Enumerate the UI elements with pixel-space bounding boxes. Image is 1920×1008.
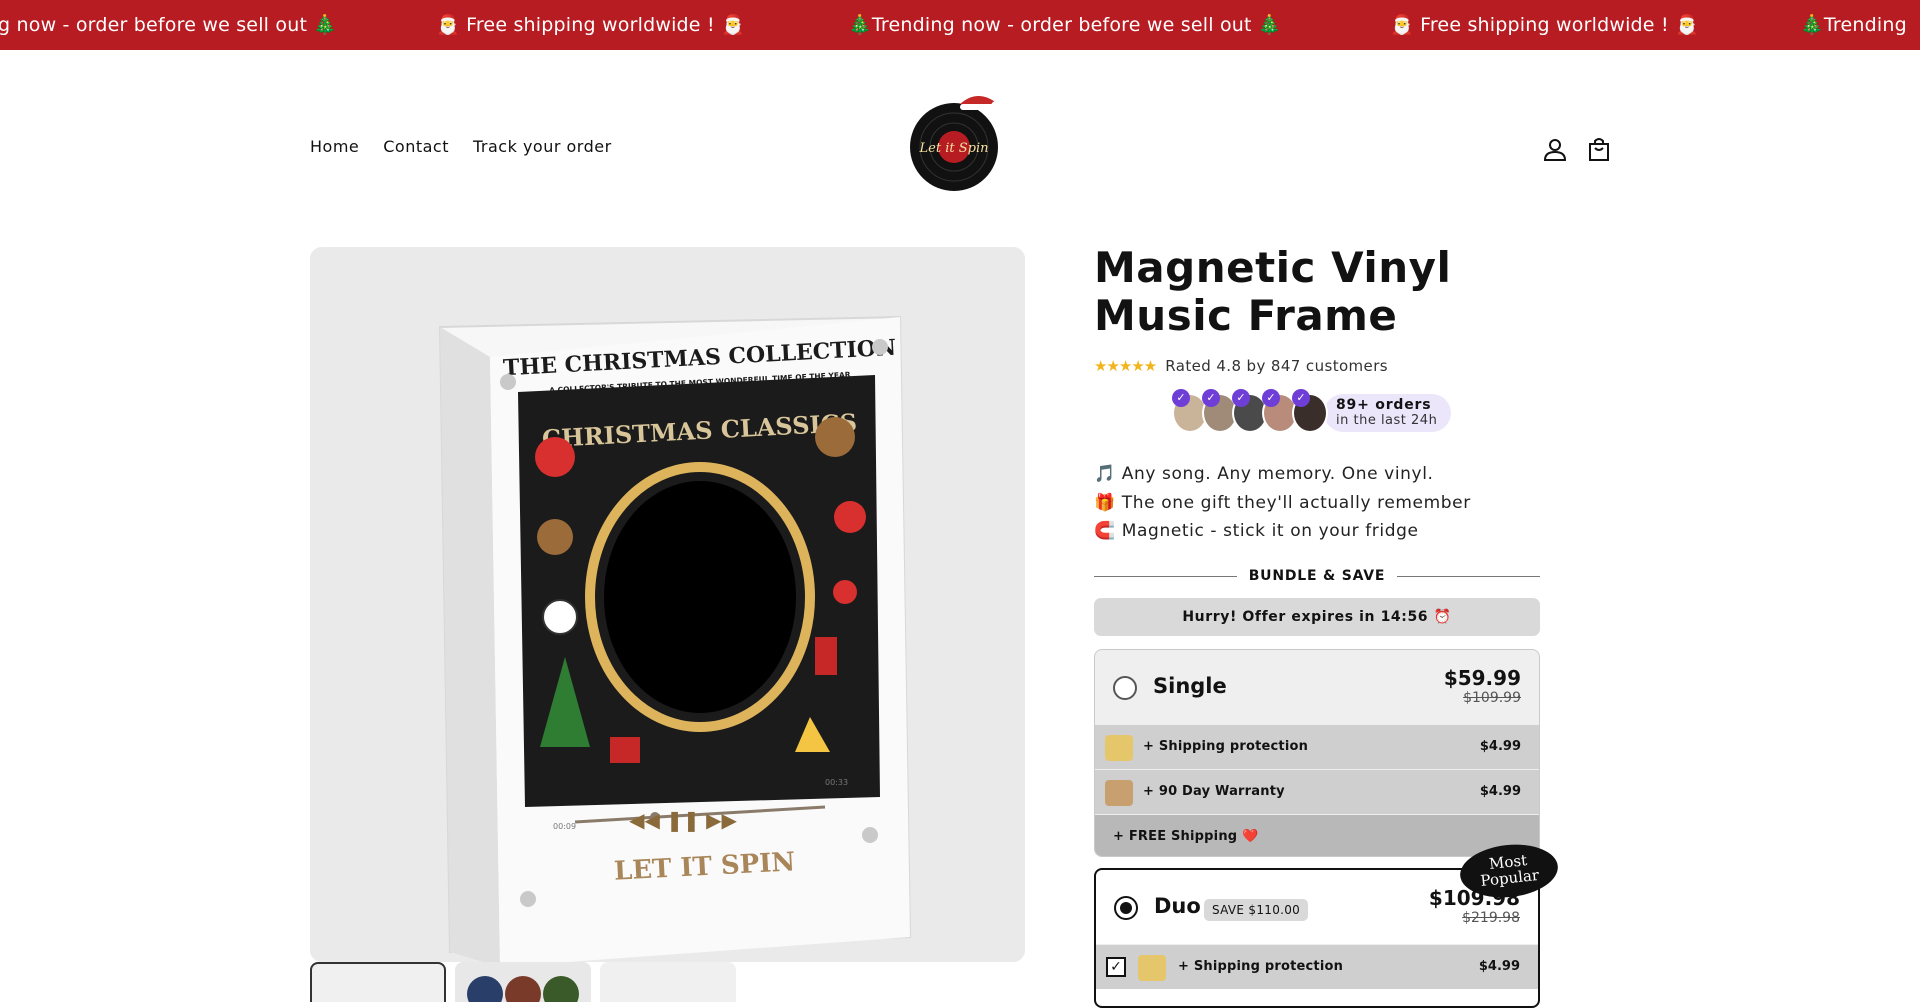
price-compare: $109.99	[1463, 690, 1521, 706]
offer-single-radio[interactable]	[1113, 676, 1137, 700]
announcement-bar: g now - order before we sell out 🎄 🎅 Fre…	[0, 0, 1920, 50]
nav-contact[interactable]: Contact	[383, 137, 449, 156]
announcement-message: 🎄Trending	[1800, 14, 1907, 36]
verified-icon: ✓	[1262, 389, 1280, 407]
feature-bullet: 🎁 The one gift they'll actually remember	[1094, 492, 1471, 513]
divider	[1397, 575, 1540, 577]
bundle-heading: BUNDLE & SAVE	[1094, 568, 1540, 584]
announcement-message: 🎅 Free shipping worldwide ! 🎅	[436, 14, 745, 36]
nav-track-order[interactable]: Track your order	[473, 137, 612, 156]
bundle-heading-text: BUNDLE & SAVE	[1248, 568, 1386, 584]
orders-period: in the last 24h	[1336, 413, 1438, 428]
price-current: $59.99	[1443, 666, 1521, 690]
verified-icon: ✓	[1232, 389, 1250, 407]
rating-text: Rated 4.8 by 847 customers	[1165, 357, 1388, 375]
divider	[1094, 575, 1237, 577]
free-shipping-label: + FREE Shipping ❤️	[1113, 829, 1259, 844]
verified-icon: ✓	[1292, 389, 1310, 407]
svg-text:Let it Spin: Let it Spin	[919, 141, 989, 156]
addon-checkbox[interactable]: ✓	[1106, 957, 1126, 977]
star-rating-icon: ★★★★★	[1094, 357, 1157, 375]
orders-count: 89+ orders	[1336, 397, 1432, 413]
offer-name: Single	[1153, 674, 1227, 698]
main-nav: Home Contact Track your order	[310, 137, 612, 156]
announcement-message: 🎄Trending now - order before we sell out…	[848, 14, 1282, 36]
offer-name: Duo	[1154, 894, 1201, 918]
announcement-message: 🎅 Free shipping worldwide ! 🎅	[1390, 14, 1699, 36]
feature-bullet: 🧲 Magnetic - stick it on your fridge	[1094, 521, 1419, 541]
thumbnail-1[interactable]	[310, 962, 446, 1002]
rating-row: ★★★★★ Rated 4.8 by 847 customers	[1094, 357, 1388, 375]
time-start: 00:09	[553, 822, 576, 831]
thumbnail-3[interactable]	[600, 962, 736, 1002]
account-icon[interactable]	[1542, 136, 1568, 162]
product-title: Magnetic Vinyl Music Frame	[1094, 243, 1452, 340]
avatar: ✓	[1292, 389, 1328, 433]
orders-pill: 89+ orders in the last 24h	[1324, 394, 1452, 432]
warranty-icon	[1105, 780, 1133, 806]
verified-icon: ✓	[1202, 389, 1220, 407]
customer-avatars: ✓ ✓ ✓ ✓ ✓	[1172, 389, 1328, 433]
offer-duo-radio[interactable]	[1114, 896, 1138, 920]
addon-free-shipping: + FREE Shipping ❤️	[1095, 814, 1539, 856]
nav-home[interactable]: Home	[310, 137, 359, 156]
thumbnail-2[interactable]	[455, 962, 591, 1002]
store-logo[interactable]: Let it Spin	[910, 90, 1002, 194]
shipping-protection-icon	[1138, 955, 1166, 981]
time-end: 00:33	[825, 778, 848, 787]
shipping-protection-icon	[1105, 735, 1133, 761]
save-badge: SAVE $110.00	[1204, 899, 1309, 921]
addon-label: + 90 Day Warranty	[1143, 784, 1285, 799]
addon-label: + Shipping protection	[1143, 739, 1309, 754]
addon-label: + Shipping protection	[1178, 959, 1344, 974]
product-image[interactable]: THE CHRISTMAS COLLECTION A COLLECTOR'S T…	[310, 247, 1025, 962]
feature-bullets: 🎵 Any song. Any memory. One vinyl. 🎁 The…	[1094, 460, 1471, 546]
addon-price: $4.99	[1479, 739, 1521, 754]
verified-icon: ✓	[1172, 389, 1190, 407]
feature-bullet: 🎵 Any song. Any memory. One vinyl.	[1094, 464, 1434, 484]
offer-price: $59.99 $109.99	[1444, 666, 1521, 706]
offer-single[interactable]: Single $59.99 $109.99 + Shipping protect…	[1094, 649, 1540, 857]
addon-warranty[interactable]: + 90 Day Warranty $4.99	[1095, 769, 1539, 814]
addon-price: $4.99	[1479, 784, 1521, 799]
announcement-message: g now - order before we sell out 🎄	[0, 14, 338, 36]
recent-orders: ✓ ✓ ✓ ✓ ✓ 89+ orders in the last 24h	[1172, 389, 1452, 433]
cart-icon[interactable]	[1586, 136, 1612, 162]
countdown-banner: Hurry! Offer expires in 14:56 ⏰	[1094, 598, 1540, 636]
addon-shipping-protection[interactable]: ✓ + Shipping protection $4.99	[1096, 944, 1538, 989]
addon-shipping-protection[interactable]: + Shipping protection $4.99	[1095, 724, 1539, 769]
svg-text:◀◀ ❚❚ ▶▶: ◀◀ ❚❚ ▶▶	[629, 808, 737, 832]
offer-single-header[interactable]: Single $59.99 $109.99	[1095, 650, 1539, 724]
price-compare: $219.98	[1462, 910, 1520, 926]
addon-price: $4.99	[1478, 959, 1520, 974]
